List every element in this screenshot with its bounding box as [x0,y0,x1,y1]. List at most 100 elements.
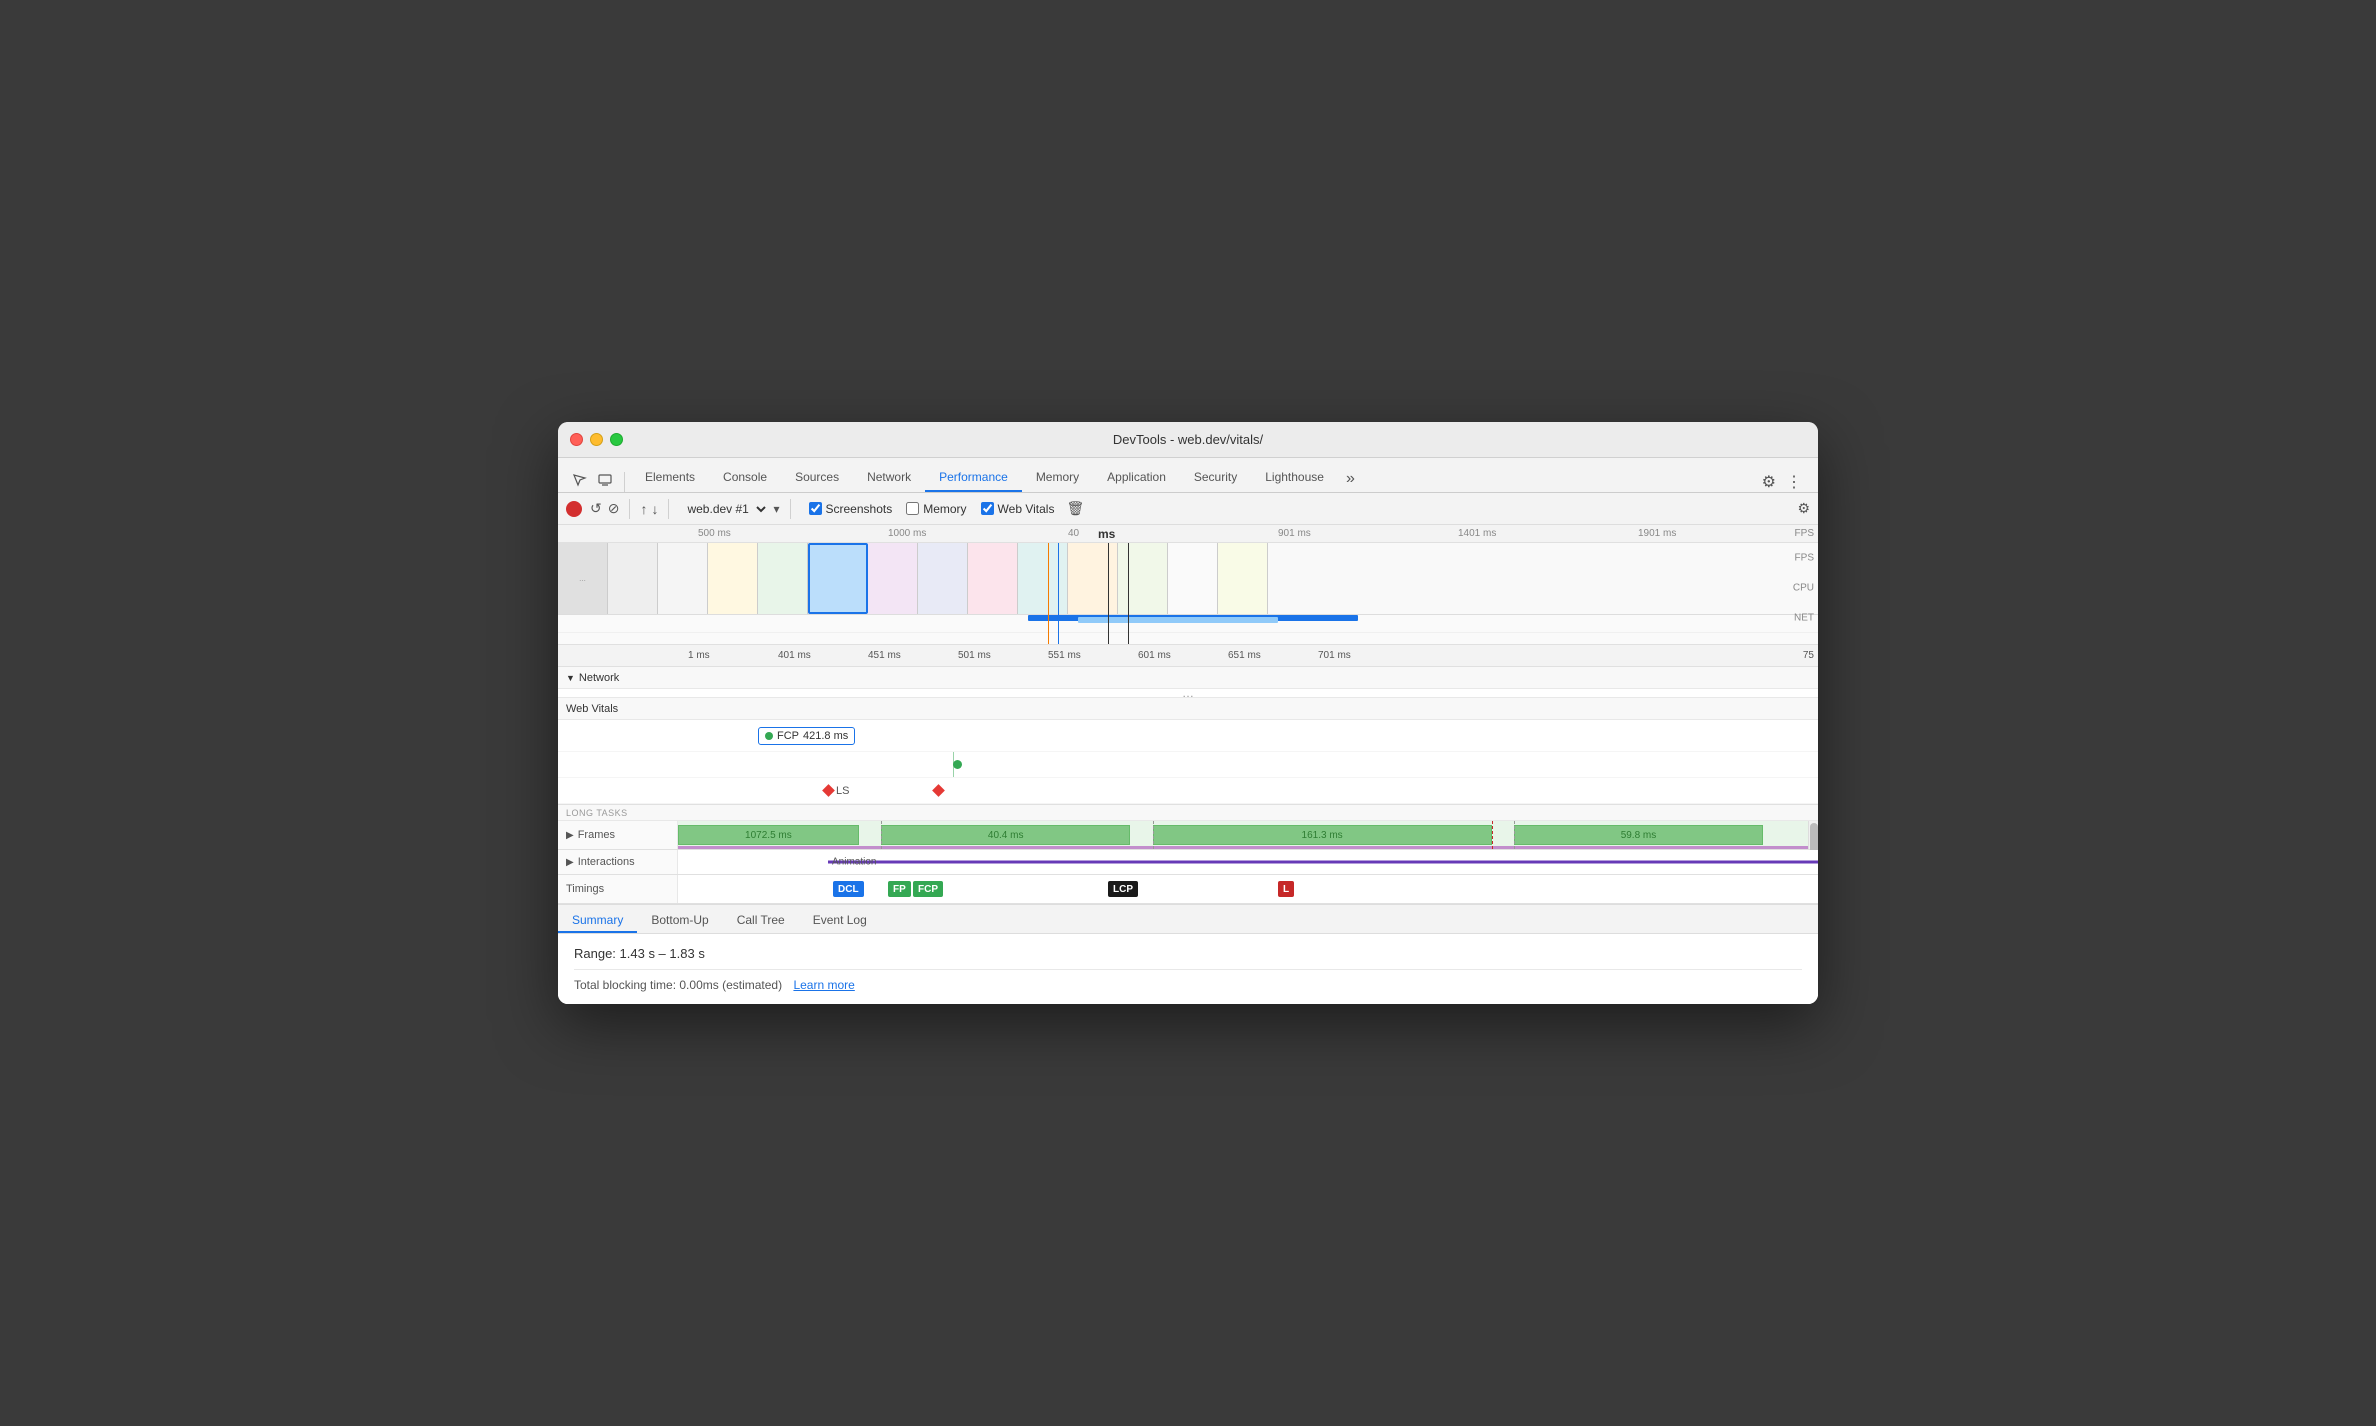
ruler-901ms: 901 ms [1278,528,1311,539]
web-vitals-section-label: Web Vitals [566,703,618,715]
web-vitals-header: Web Vitals [558,698,1818,720]
frame-bar-4[interactable]: 59.8 ms [1514,825,1763,845]
interactions-label[interactable]: ▶ Interactions [558,850,678,874]
timings-label: Timings [558,875,678,903]
net-label: NET [1794,612,1814,623]
frame-4-label: 59.8 ms [1621,830,1657,841]
fcp-timing-badge[interactable]: FCP [913,881,943,897]
timeline-overview[interactable]: 500 ms 1000 ms 40 ms 901 ms 1401 ms 1901… [558,525,1818,645]
time-451ms: 451 ms [868,650,901,661]
trash-icon[interactable]: 🗑 [1066,500,1084,517]
blocking-time-label: Total blocking time: 0.00ms (estimated) [574,978,782,992]
tab-console[interactable]: Console [709,464,781,492]
reload-record-button[interactable]: ↺ [590,500,602,517]
perf-sep-1 [629,499,630,519]
network-section-label: Network [579,672,619,684]
screenshots-checkbox[interactable] [809,502,822,515]
tab-call-tree[interactable]: Call Tree [723,909,799,933]
frames-label[interactable]: ▶ Frames [558,821,678,849]
device-icon[interactable] [593,468,617,492]
frames-scrollbar[interactable] [1808,821,1818,849]
tab-network[interactable]: Network [853,464,925,492]
fcp-timing-label: FCP [918,884,938,895]
timings-section-label: Timings [566,883,604,895]
network-section: ▼ Network … [558,667,1818,698]
tab-lighthouse[interactable]: Lighthouse [1251,464,1338,492]
devtools-window: DevTools - web.dev/vitals/ Elements Cons… [558,422,1818,1004]
timings-content: DCL FP FCP LCP L [678,875,1818,903]
frame-bar-3[interactable]: 161.3 ms [1153,825,1492,845]
memory-checkbox-label[interactable]: Memory [906,502,966,516]
time-601ms: 601 ms [1138,650,1171,661]
dashed-vline-2 [1153,821,1154,849]
lcp-badge[interactable]: LCP [1108,881,1138,897]
maximize-button[interactable] [610,433,623,446]
dashed-vline-1 [881,821,882,849]
web-vitals-checkbox-label[interactable]: Web Vitals [981,502,1055,516]
summary-divider [574,969,1802,970]
range-label: Range: 1.43 s – 1.83 s [574,946,1802,961]
overview-ruler: 500 ms 1000 ms 40 ms 901 ms 1401 ms 1901… [558,525,1818,543]
tab-application[interactable]: Application [1093,464,1180,492]
capture-settings-icon[interactable]: ⚙ [1797,500,1810,516]
tab-event-log[interactable]: Event Log [799,909,881,933]
more-menu-icon[interactable]: ⋮ [1786,472,1802,492]
dashed-vline-3 [1514,821,1515,849]
web-vitals-label: Web Vitals [998,502,1055,516]
perf-sep-2 [668,499,669,519]
tab-sources[interactable]: Sources [781,464,853,492]
red-dashed-vline [1492,821,1493,849]
frame-bar-2[interactable]: 40.4 ms [881,825,1130,845]
time-75: 75 [1803,650,1814,661]
inspector-icon[interactable] [567,468,591,492]
upload-icon[interactable]: ↑ [640,501,647,517]
session-selector[interactable]: web.dev #1 [679,501,769,517]
ruler-1401ms: 1401 ms [1458,528,1496,539]
learn-more-link[interactable]: Learn more [793,978,854,992]
ruler-40ms: 40 [1068,528,1079,539]
ls-row[interactable]: LS [558,778,1818,804]
blocking-time-info: Total blocking time: 0.00ms (estimated) … [574,978,1802,992]
web-vitals-checkbox[interactable] [981,502,994,515]
tab-summary[interactable]: Summary [558,909,637,933]
long-tasks-label: LONG TASKS [558,806,636,820]
tab-bottom-up[interactable]: Bottom-Up [637,909,722,933]
dcl-badge[interactable]: DCL [833,881,864,897]
tab-memory[interactable]: Memory [1022,464,1093,492]
minimize-button[interactable] [590,433,603,446]
ruler-ms: ms [1098,527,1115,541]
interaction-bar-overlay [678,846,1808,849]
fcp-value: 421.8 ms [803,730,848,742]
frames-expand-icon: ▶ [566,830,574,841]
frames-row-container: ▶ Frames 1072.5 ms 40.4 ms 161.3 ms [558,821,1818,850]
frames-section-label: Frames [578,829,615,841]
settings-icon[interactable]: ⚙ [1762,472,1776,492]
tab-performance[interactable]: Performance [925,464,1022,492]
fcp-row[interactable]: FCP 421.8 ms [558,720,1818,752]
tab-elements[interactable]: Elements [631,464,709,492]
fp-label: FP [893,884,906,895]
vline-orange-1 [1048,543,1049,644]
memory-checkbox[interactable] [906,502,919,515]
tab-security[interactable]: Security [1180,464,1251,492]
l-badge[interactable]: L [1278,881,1294,897]
nav-sep-1 [624,472,625,492]
frame-3-label: 161.3 ms [1302,830,1343,841]
checkbox-group: Screenshots Memory Web Vitals [809,502,1055,516]
web-vitals-section: Web Vitals FCP 421.8 ms [558,698,1818,805]
dots-row: … [558,689,1818,697]
long-tasks-row: LONG TASKS [558,805,1818,821]
lcp-row[interactable] [558,752,1818,778]
more-tabs-button[interactable]: » [1338,466,1363,492]
lcp-label: LCP [1113,884,1133,895]
clear-button[interactable]: ⊘ [608,500,620,517]
close-button[interactable] [570,433,583,446]
interactions-section-label: Interactions [578,856,635,868]
frame-bar-1[interactable]: 1072.5 ms [678,825,859,845]
record-button[interactable] [566,501,582,517]
fp-badge[interactable]: FP [888,881,911,897]
fcp-badge[interactable]: FCP 421.8 ms [758,727,855,745]
screenshots-checkbox-label[interactable]: Screenshots [809,502,893,516]
download-icon[interactable]: ↓ [651,501,658,517]
l-label: L [1283,884,1289,895]
